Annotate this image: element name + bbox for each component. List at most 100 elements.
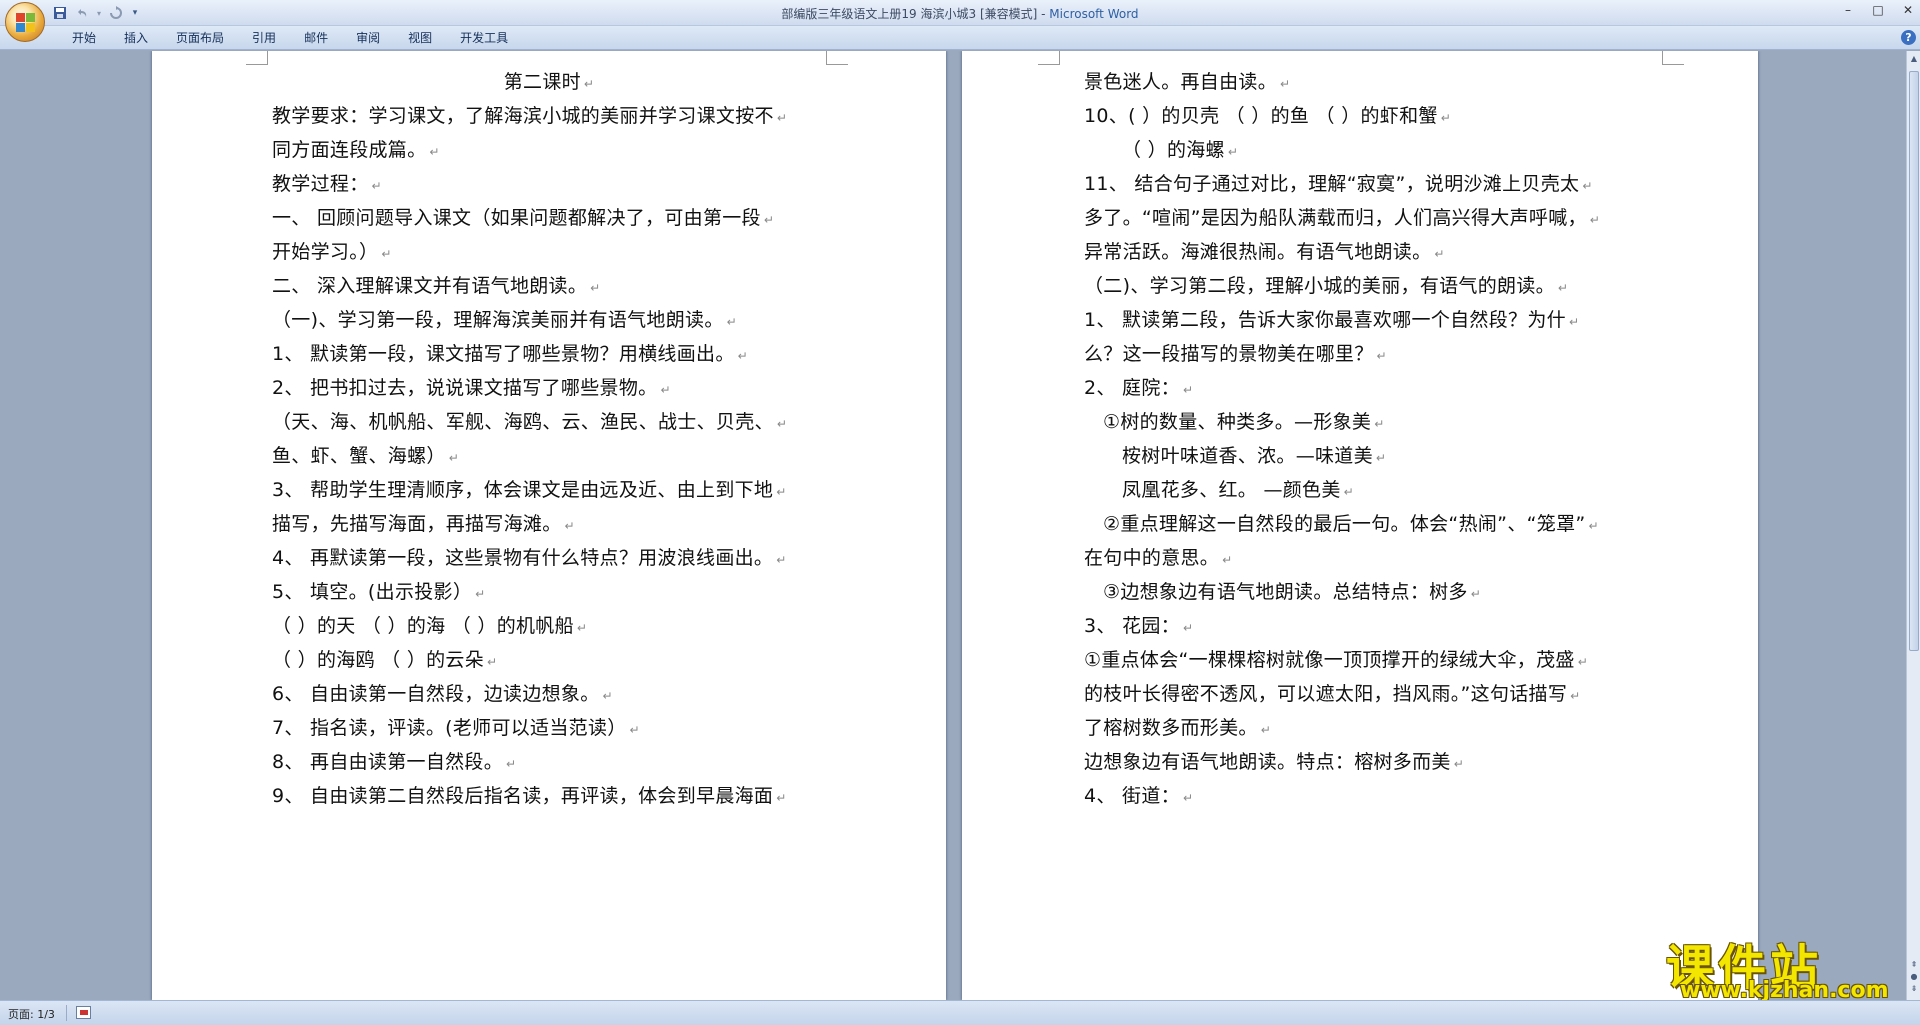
proofing-status-icon[interactable]: [76, 1006, 91, 1019]
page-left[interactable]: 第二课时 ↵ 教学要求：学习课文，了解海滨小城的美丽并学习课文按不 ↵ 同方面连段成篇。…: [152, 51, 946, 1000]
paragraph-mark-icon: ↵: [1557, 281, 1569, 295]
paragraph-line: 一、 回顾问题导入课文（如果问题都解决了，可由第一段 ↵: [272, 203, 774, 230]
ribbon-tab[interactable]: 插入: [110, 29, 162, 47]
vertical-scrollbar[interactable]: ▲ ⇞ ● ⇟: [1906, 51, 1920, 1000]
paragraph-text: 一、 回顾问题导入课文（如果问题都解决了，可由第一段: [272, 207, 761, 229]
maximize-button[interactable]: □: [1870, 2, 1886, 18]
paragraph-text: 桉树叶味道香、浓。—味道美: [1122, 445, 1373, 467]
paragraph-text: 10、( ）的贝壳 （ ）的鱼 （ ）的虾和蟹: [1084, 105, 1438, 127]
paragraph-line: 1、 默读第一段，课文描写了哪些景物？用横线画出。 ↵: [272, 339, 748, 366]
paragraph-text: ②重点理解这一自然段的最后一句。体会“热闹”、“笼罩”: [1103, 513, 1586, 535]
paragraph-line: 描写，先描写海面，再描写海滩。 ↵: [272, 509, 575, 536]
paragraph-line: 教学过程： ↵: [272, 169, 382, 196]
paragraph-mark-icon: ↵: [381, 247, 392, 261]
paragraph-mark-icon: ↵: [448, 451, 460, 465]
paragraph-text: 的枝叶长得密不透风，可以遮太阳，挡风雨。”这句话描写: [1084, 683, 1568, 705]
paragraph-line: （ ）的海螺 ↵: [1122, 135, 1238, 162]
paragraph-mark-icon: ↵: [590, 281, 601, 295]
paragraph-text: （ ）的海鸥 （ ）的云朵: [272, 649, 485, 671]
scroll-up-arrow-icon[interactable]: ▲: [1908, 53, 1920, 65]
ribbon-tabs: 开始 插入 页面布局 引用 邮件 审阅 视图 开发工具: [58, 29, 522, 47]
crop-mark-top-right: [826, 51, 848, 65]
paragraph-mark-icon: ↵: [1440, 111, 1452, 125]
minimize-button[interactable]: –: [1840, 2, 1856, 18]
paragraph-mark-icon: ↵: [1182, 383, 1194, 397]
paragraph-mark-icon: ↵: [726, 315, 737, 329]
paragraph-mark-icon: ↵: [1568, 315, 1580, 329]
paragraph-mark-icon: ↵: [660, 383, 671, 397]
help-icon[interactable]: ?: [1901, 30, 1916, 45]
paragraph-text: （ ）的天 （ ）的海 （ ）的机帆船: [272, 615, 574, 637]
paragraph-line: ①树的数量、种类多。—形象美 ↵: [1103, 407, 1385, 434]
paragraph-line: 在句中的意思。 ↵: [1084, 543, 1232, 570]
ribbon-tab[interactable]: 引用: [238, 29, 290, 47]
paragraph-text: 5、 填空。(出示投影）: [272, 581, 473, 603]
paragraph-mark-icon: ↵: [1227, 145, 1239, 159]
paragraph-text: 异常活跃。海滩很热闹。有语气地朗读。: [1084, 241, 1432, 263]
paragraph-text: 描写，先描写海面，再描写海滩。: [272, 513, 562, 535]
paragraph-mark-icon: ↵: [602, 689, 613, 703]
paragraph-line: 第二课时 ↵: [152, 67, 946, 94]
paragraph-mark-icon: ↵: [1588, 519, 1599, 533]
paragraph-line: 2、 把书扣过去，说说课文描写了哪些景物。 ↵: [272, 373, 671, 400]
window-title: 部编版三年级语文上册19 海滨小城3 [兼容模式] - Microsoft Wo…: [0, 5, 1920, 22]
paragraph-text: （天、海、机帆船、军舰、海鸥、云、渔民、战士、贝壳、: [272, 411, 774, 433]
paragraph-line: 2、 庭院： ↵: [1084, 373, 1193, 400]
window-controls: – □ ✕: [1840, 2, 1916, 18]
paragraph-mark-icon: ↵: [1260, 723, 1272, 737]
next-page-icon[interactable]: ⇟: [1908, 983, 1920, 995]
paragraph-line: 的枝叶长得密不透风，可以遮太阳，挡风雨。”这句话描写 ↵: [1084, 679, 1581, 706]
paragraph-text: 么？这一段描写的景物美在哪里？: [1084, 343, 1374, 365]
paragraph-mark-icon: ↵: [429, 145, 440, 159]
paragraph-text: 二、 深入理解课文并有语气地朗读。: [272, 275, 588, 297]
paragraph-mark-icon: ↵: [475, 587, 486, 601]
scroll-thumb[interactable]: [1909, 71, 1919, 651]
paragraph-mark-icon: ↵: [583, 77, 595, 91]
paragraph-mark-icon: ↵: [629, 723, 640, 737]
ribbon-tab[interactable]: 邮件: [290, 29, 342, 47]
paragraph-line: （一)、学习第一段，理解海滨美丽并有语气地朗读。 ↵: [272, 305, 737, 332]
paragraph-line: 10、( ）的贝壳 （ ）的鱼 （ ）的虾和蟹 ↵: [1084, 101, 1451, 128]
paragraph-text: ①树的数量、种类多。—形象美: [1103, 411, 1372, 433]
paragraph-mark-icon: ↵: [776, 111, 788, 125]
paragraph-mark-icon: ↵: [1182, 791, 1194, 805]
kjzhan-watermark-logo: 课件站 www.kjzhan.com: [1666, 928, 1904, 1003]
ribbon-tab[interactable]: 开发工具: [446, 29, 522, 47]
ribbon-tab[interactable]: 视图: [394, 29, 446, 47]
ribbon-tab[interactable]: 审阅: [342, 29, 394, 47]
ribbon-tab[interactable]: 开始: [58, 29, 110, 47]
paragraph-line: 9、 自由读第二自然段后指名读，再评读，体会到早晨海面 ↵: [272, 781, 787, 808]
paragraph-text: 11、 结合句子通过对比，理解“寂寞”，说明沙滩上贝壳太: [1084, 173, 1580, 195]
paragraph-text: 教学过程：: [272, 173, 369, 195]
paragraph-text: 2、 庭院：: [1084, 377, 1180, 399]
prev-page-icon[interactable]: ⇞: [1908, 959, 1920, 971]
document-area[interactable]: 第二课时 ↵ 教学要求：学习课文，了解海滨小城的美丽并学习课文按不 ↵ 同方面连段成篇。…: [0, 51, 1906, 1000]
crop-mark-top-right: [1662, 51, 1684, 65]
paragraph-line: 异常活跃。海滩很热闹。有语气地朗读。 ↵: [1084, 237, 1445, 264]
paragraph-text: 多了。“喧闹”是因为船队满载而归，人们高兴得大声呼喊，: [1084, 207, 1587, 229]
paragraph-text: 8、 再自由读第一自然段。: [272, 751, 504, 773]
page-right[interactable]: 景色迷人。再自由读。 ↵ 10、( ）的贝壳 （ ）的鱼 （ ）的虾和蟹 ↵ （ ）的海…: [962, 51, 1758, 1000]
crop-mark-top-left: [1038, 51, 1060, 65]
paragraph-line: ①重点体会“一棵棵榕树就像一顶顶撑开的绿绒大伞，茂盛 ↵: [1084, 645, 1588, 672]
paragraph-line: 桉树叶味道香、浓。—味道美 ↵: [1122, 441, 1386, 468]
close-button[interactable]: ✕: [1900, 2, 1916, 18]
paragraph-mark-icon: ↵: [1434, 247, 1445, 261]
paragraph-mark-icon: ↵: [576, 621, 588, 635]
ribbon-tab[interactable]: 页面布局: [162, 29, 238, 47]
paragraph-mark-icon: ↵: [1570, 689, 1581, 703]
paragraph-line: ②重点理解这一自然段的最后一句。体会“热闹”、“笼罩” ↵: [1103, 509, 1599, 536]
select-browse-object-icon[interactable]: ●: [1908, 971, 1920, 983]
paragraph-line: ③边想象边有语气地朗读。总结特点：树多 ↵: [1103, 577, 1481, 604]
paragraph-line: 了榕树数多而形美。 ↵: [1084, 713, 1271, 740]
office-button[interactable]: [5, 2, 45, 42]
paragraph-text: 同方面连段成篇。: [272, 139, 427, 161]
paragraph-mark-icon: ↵: [1376, 349, 1387, 363]
paragraph-line: 么？这一段描写的景物美在哪里？ ↵: [1084, 339, 1387, 366]
paragraph-mark-icon: ↵: [487, 655, 498, 669]
paragraph-mark-icon: ↵: [371, 179, 382, 193]
paragraph-mark-icon: ↵: [776, 485, 787, 499]
paragraph-text: 4、 街道：: [1084, 785, 1180, 807]
paragraph-text: 边想象边有语气地朗读。特点：榕树多而美: [1084, 751, 1451, 773]
page-number-indicator[interactable]: 页面: 1/3: [8, 1006, 55, 1022]
